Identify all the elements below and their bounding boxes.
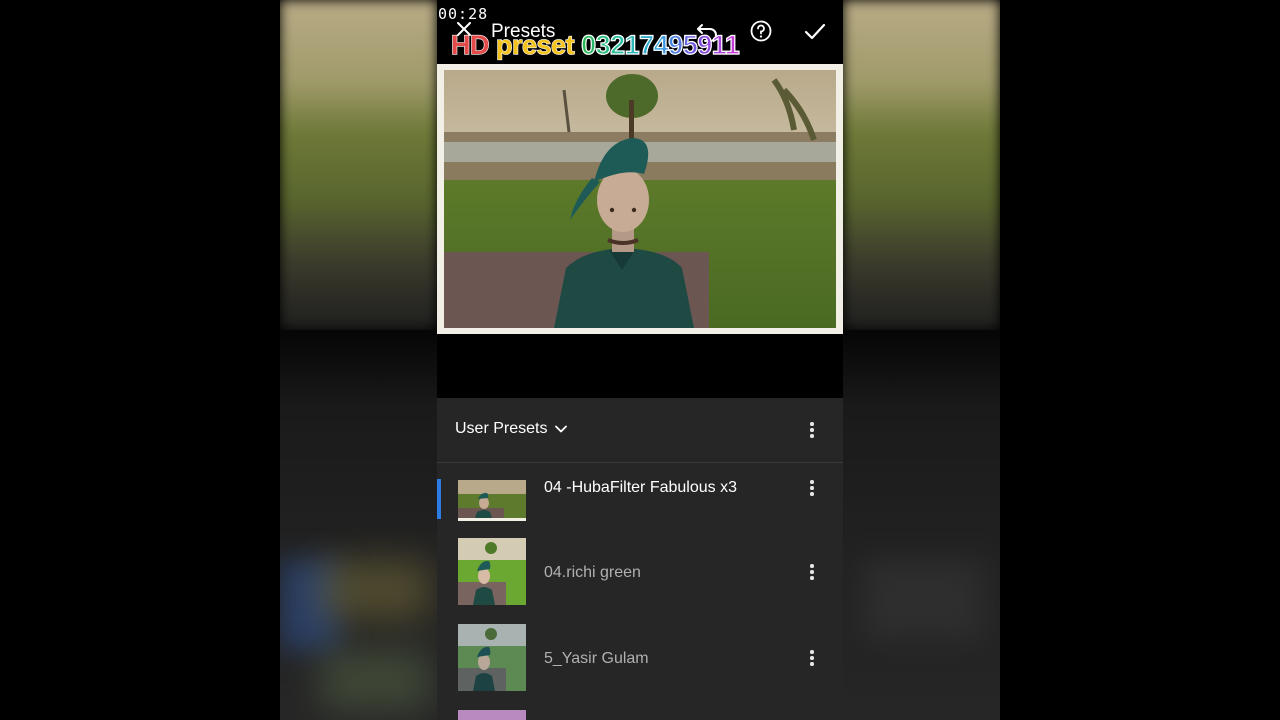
preset-group-label: User Presets (455, 420, 548, 437)
preset-item[interactable]: 04.richi green (437, 538, 843, 610)
watermark-hd: HD (450, 29, 490, 60)
preset-thumbnail (458, 624, 526, 691)
panel-header: User Presets (437, 398, 843, 463)
watermark-preset: preset (495, 29, 575, 60)
watermark-phone: 03217495911 (580, 29, 740, 60)
selection-indicator (437, 479, 441, 519)
presets-panel: User Presets 04 -HubaFilter Fabulous x3 … (437, 398, 843, 720)
check-icon[interactable] (804, 22, 826, 42)
photo-preview (444, 70, 836, 328)
watermark-overlay: HD preset 03217495911 (450, 29, 740, 61)
preset-thumbnail (458, 710, 526, 720)
app-screen: 00:28 Presets HD preset 03217495911 User… (437, 0, 843, 720)
group-menu-icon[interactable] (809, 422, 815, 440)
preset-thumbnail (458, 480, 526, 521)
blurred-background-right (843, 0, 1000, 720)
preset-thumbnail (458, 538, 526, 605)
chevron-down-icon (555, 425, 568, 433)
preset-menu-icon[interactable] (809, 564, 815, 582)
preset-group-dropdown[interactable]: User Presets (455, 420, 568, 438)
preset-item[interactable]: 5_Yasir Gulam (437, 624, 843, 696)
help-icon[interactable] (750, 20, 772, 42)
preset-item-partial[interactable] (437, 710, 843, 720)
preset-menu-icon[interactable] (809, 650, 815, 668)
preset-menu-icon[interactable] (809, 480, 815, 498)
video-timestamp: 00:28 (438, 5, 489, 23)
blurred-background-left (280, 0, 437, 720)
preset-name: 5_Yasir Gulam (544, 650, 649, 667)
preset-name: 04 -HubaFilter Fabulous x3 (544, 479, 737, 496)
preset-name: 04.richi green (544, 564, 641, 581)
photo-preview-frame (437, 64, 843, 334)
top-bar: 00:28 Presets HD preset 03217495911 (437, 0, 843, 64)
